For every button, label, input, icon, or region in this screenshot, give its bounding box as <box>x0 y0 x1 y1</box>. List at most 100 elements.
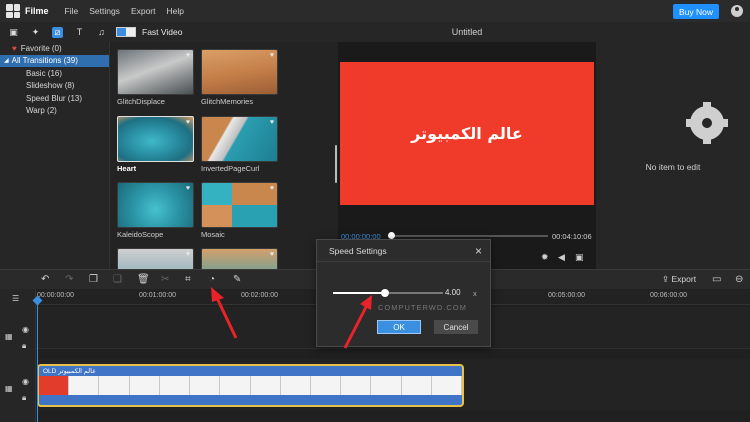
lock-icon[interactable]: 🔒︎ <box>22 341 26 351</box>
favorite-heart-icon[interactable]: ♥ <box>186 119 190 126</box>
category-all-transitions[interactable]: ◢ All Transitions (39) <box>0 54 109 67</box>
clip-label: OLD عالم الكمبيوتر <box>43 368 96 375</box>
menu-settings[interactable]: Settings <box>89 6 120 16</box>
transition-tile-glitchdisplace[interactable]: ♥ <box>117 49 194 95</box>
crop-icon[interactable]: ⌗ <box>185 274 191 285</box>
paste-icon[interactable]: ❏ <box>113 274 122 285</box>
favorite-heart-icon[interactable]: ♥ <box>186 251 190 258</box>
category-slideshow[interactable]: Slideshow (8) <box>0 80 109 93</box>
transition-tile-glitchmemories[interactable]: ♥ <box>201 49 278 95</box>
preview-panel: Untitled عالم الكمبيوتر 00:00:00:00 00:0… <box>338 22 596 269</box>
empty-state-text: No item to edit <box>645 162 701 172</box>
favorite-heart-icon[interactable]: ♥ <box>270 119 274 126</box>
category-speed-blur[interactable]: Speed Blur (13) <box>0 92 109 105</box>
favorite-heart-icon[interactable]: ♥ <box>186 185 190 192</box>
menu-export[interactable]: Export <box>131 6 156 16</box>
music-icon[interactable]: ♫ <box>96 27 107 38</box>
category-label: Basic (16) <box>26 68 63 78</box>
copy-icon[interactable]: ❐ <box>89 274 98 285</box>
eye-icon[interactable]: ◉ <box>22 325 29 334</box>
speed-slider-handle[interactable] <box>380 289 389 297</box>
transition-tile-mosaic[interactable]: ♥ <box>201 182 278 228</box>
clip-frame <box>280 376 311 395</box>
close-icon[interactable]: × <box>475 244 482 258</box>
favorite-heart-icon[interactable]: ♥ <box>270 185 274 192</box>
ruler-tick: 00:00:00:00 <box>37 292 74 299</box>
fast-video-label: Fast Video <box>142 27 183 37</box>
cancel-button[interactable]: Cancel <box>434 320 478 334</box>
speed-slider-fill <box>333 292 385 294</box>
heart-icon: ♥ <box>12 43 17 53</box>
playback-progress-bar[interactable] <box>388 235 548 237</box>
speed-icon[interactable]: ◔ <box>209 274 215 285</box>
split-icon[interactable]: ✂ <box>161 274 169 285</box>
volume-icon[interactable]: ◀ <box>558 252 565 263</box>
track-headers: ☰ ◉ ▦ 🔒︎ ◉ ▦ 🔒︎ <box>0 289 36 422</box>
gear-icon <box>686 106 728 140</box>
favorite-heart-icon[interactable]: ♥ <box>270 52 274 59</box>
transition-label: GlitchMemories <box>201 97 254 106</box>
fullscreen-icon[interactable]: ▣ <box>575 252 584 263</box>
ok-button[interactable]: OK <box>377 320 421 334</box>
speed-settings-dialog: Speed Settings × 4.00 x OK Cancel <box>316 239 491 347</box>
speed-value[interactable]: 4.00 <box>445 288 461 297</box>
transition-tile-kaleidoscope[interactable]: ♥ <box>117 182 194 228</box>
properties-panel: No item to edit <box>596 22 750 269</box>
fast-video-button[interactable]: Fast Video <box>116 27 182 37</box>
dialog-title: Speed Settings <box>329 245 387 256</box>
media-icon[interactable]: ▣ <box>8 27 19 38</box>
clip-frame <box>371 376 402 395</box>
delete-icon[interactable]: 🗑︎ <box>137 274 150 285</box>
edit-pencil-icon[interactable]: ✎ <box>233 274 241 285</box>
category-label: All Transitions (39) <box>11 56 78 66</box>
category-favorite[interactable]: ♥ Favorite (0) <box>0 42 109 55</box>
expand-triangle-icon: ◢ <box>4 58 9 65</box>
zoom-fit-icon[interactable]: ▭ <box>712 274 721 285</box>
media-toolbar: ▣ ✦ ⧄ T ♫ Fast Video <box>0 22 338 42</box>
favorite-heart-icon[interactable]: ♥ <box>186 52 190 59</box>
menu-help[interactable]: Help <box>167 6 184 16</box>
app-logo-icon <box>6 4 20 18</box>
track-menu-icon[interactable]: ☰ <box>12 294 19 303</box>
redo-icon[interactable]: ↷ <box>65 274 73 285</box>
playhead[interactable] <box>37 301 38 422</box>
transition-tile[interactable]: ♥ <box>117 248 194 269</box>
transitions-icon[interactable]: ⧄ <box>52 26 63 38</box>
category-warp[interactable]: Warp (2) <box>0 105 109 118</box>
menu-file[interactable]: File <box>65 6 79 16</box>
transition-tile[interactable]: ♥ <box>201 248 278 269</box>
dialog-header: Speed Settings × <box>317 240 490 262</box>
export-label: Export <box>671 274 697 284</box>
clip-frame <box>250 376 281 395</box>
clip-frame <box>401 376 432 395</box>
transition-tile-invertedpagecurl[interactable]: ♥ <box>201 116 278 162</box>
transition-tile-heart[interactable]: ♥ <box>117 116 194 162</box>
transition-categories: ♥ Favorite (0) ◢ All Transitions (39) Ba… <box>0 42 110 269</box>
eye-icon[interactable]: ◉ <box>22 377 29 386</box>
category-basic[interactable]: Basic (16) <box>0 67 109 80</box>
lock-icon[interactable]: 🔒︎ <box>22 393 26 403</box>
clip-frame <box>99 376 130 395</box>
speed-unit: x <box>473 289 477 298</box>
effects-icon[interactable]: ✦ <box>30 27 41 38</box>
preview-canvas: عالم الكمبيوتر <box>340 62 594 205</box>
account-icon[interactable] <box>731 5 743 17</box>
video-clip[interactable]: OLD عالم الكمبيوتر <box>37 364 464 407</box>
undo-icon[interactable]: ↶ <box>41 274 49 285</box>
film-icon: ▦ <box>5 384 13 393</box>
preview-overlay-text: عالم الكمبيوتر <box>411 124 523 143</box>
settings-gear-icon[interactable]: ✹ <box>541 252 549 263</box>
clip-thumbnails <box>39 376 462 395</box>
export-button[interactable]: ⇪ Export <box>662 274 696 285</box>
clip-frame <box>159 376 191 395</box>
favorite-heart-icon[interactable]: ♥ <box>270 251 274 258</box>
transition-label: InvertedPageCurl <box>201 164 260 173</box>
category-label: Favorite (0) <box>20 43 62 53</box>
clip-frame <box>190 376 221 395</box>
text-icon[interactable]: T <box>74 27 85 38</box>
buy-now-button[interactable]: Buy Now <box>673 4 719 19</box>
playback-scrubber[interactable] <box>388 232 395 239</box>
transitions-scrollbar[interactable] <box>335 145 337 183</box>
transitions-grid: ♥ GlitchDisplace ♥ GlitchMemories ♥ Hear… <box>110 42 338 269</box>
zoom-out-icon[interactable]: ⊖ <box>735 274 743 285</box>
